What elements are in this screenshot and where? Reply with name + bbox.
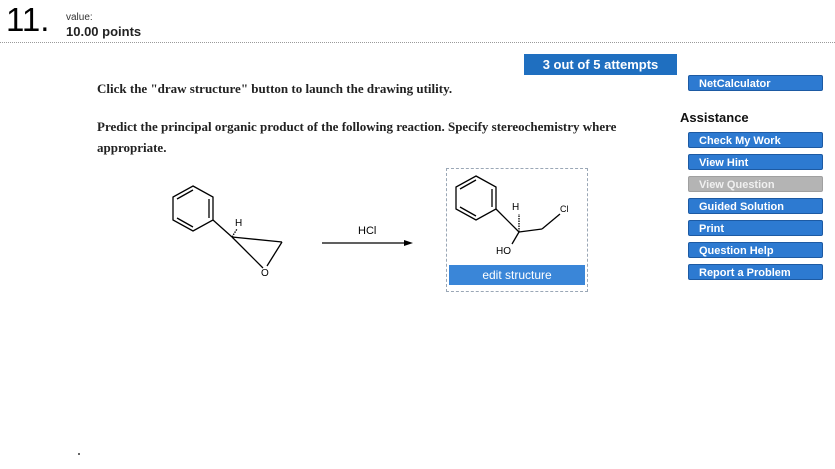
question-help-button[interactable]: Question Help [688, 242, 823, 258]
reactant-h-label: H [235, 218, 242, 229]
stray-dot [78, 453, 80, 455]
edit-structure-button[interactable]: edit structure [449, 265, 585, 285]
assistance-heading: Assistance [680, 110, 749, 125]
report-problem-button[interactable]: Report a Problem [688, 264, 823, 280]
print-button[interactable]: Print [688, 220, 823, 236]
reactant-structure [172, 185, 283, 269]
view-hint-button[interactable]: View Hint [688, 154, 823, 170]
reagent-label: HCl [358, 225, 376, 237]
netcalculator-button[interactable]: NetCalculator [688, 75, 823, 91]
guided-solution-button[interactable]: Guided Solution [688, 198, 823, 214]
view-question-button: View Question [688, 176, 823, 192]
arrowhead-icon [404, 240, 413, 246]
check-my-work-button[interactable]: Check My Work [688, 132, 823, 148]
reactant-o-label: O [261, 268, 269, 279]
